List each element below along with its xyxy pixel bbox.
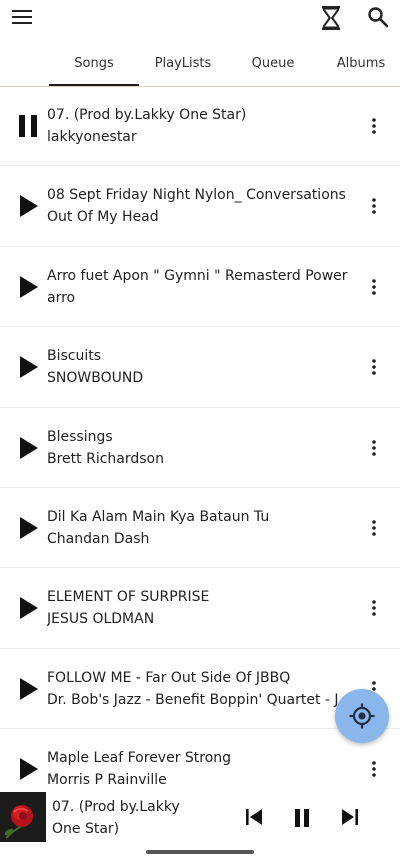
song-title: 07. (Prod by.Lakky One Star) bbox=[47, 107, 247, 123]
mini-player[interactable]: 07. (Prod by.Lakky One Star) bbox=[0, 790, 400, 857]
play-icon[interactable] bbox=[18, 516, 40, 540]
more-vert-icon[interactable] bbox=[366, 277, 382, 297]
song-row[interactable]: Blessings Brett Richardson bbox=[0, 408, 400, 488]
play-icon[interactable] bbox=[18, 275, 40, 299]
more-vert-icon[interactable] bbox=[366, 116, 382, 136]
more-vert-icon[interactable] bbox=[366, 518, 382, 538]
locate-current-song-button[interactable] bbox=[335, 689, 389, 743]
song-row[interactable]: ELEMENT OF SURPRISE JESUS OLDMAN bbox=[0, 568, 400, 649]
song-row[interactable]: Arro fuet Apon " Gymni " Remasterd Power… bbox=[0, 247, 400, 328]
pause-icon[interactable] bbox=[18, 114, 40, 138]
song-artist: Chandan Dash bbox=[47, 530, 150, 547]
song-artist: Morris P Rainville bbox=[47, 772, 167, 789]
more-vert-icon[interactable] bbox=[366, 598, 382, 618]
song-title: Blessings bbox=[47, 428, 113, 445]
play-icon[interactable] bbox=[18, 677, 40, 701]
tab-albums[interactable]: Albums bbox=[322, 44, 400, 84]
song-row[interactable]: Dil Ka Alam Main Kya Bataun Tu Chandan D… bbox=[0, 488, 400, 569]
song-title: Maple Leaf Forever Strong bbox=[47, 750, 232, 767]
my-location-icon bbox=[349, 703, 375, 729]
search-icon[interactable] bbox=[367, 6, 389, 28]
song-artist: JESUS OLDMAN bbox=[47, 611, 155, 628]
tab-playlists[interactable]: PlayLists bbox=[140, 44, 226, 84]
song-artist: Out Of My Head bbox=[47, 209, 159, 226]
song-title: Dil Ka Alam Main Kya Bataun Tu bbox=[47, 508, 270, 525]
hourglass-icon[interactable] bbox=[320, 5, 342, 31]
now-playing-title[interactable]: 07. (Prod by.Lakky One Star) bbox=[52, 796, 212, 840]
song-row[interactable]: Maple Leaf Forever Strong Morris P Rainv… bbox=[0, 729, 400, 790]
song-artist: arro bbox=[47, 289, 76, 306]
play-icon[interactable] bbox=[18, 436, 40, 460]
more-vert-icon[interactable] bbox=[366, 357, 382, 377]
tab-songs[interactable]: Songs bbox=[49, 44, 139, 84]
more-vert-icon[interactable] bbox=[366, 759, 382, 779]
song-title: Arro fuet Apon " Gymni " Remasterd Power bbox=[47, 267, 348, 284]
song-title: ELEMENT OF SURPRISE bbox=[47, 589, 210, 606]
play-icon[interactable] bbox=[18, 355, 40, 379]
song-row[interactable]: 08 Sept Friday Night Nylon_ Conversation… bbox=[0, 166, 400, 247]
tab-queue[interactable]: Queue bbox=[236, 44, 310, 84]
play-icon[interactable] bbox=[18, 596, 40, 620]
gesture-home-indicator[interactable] bbox=[146, 850, 254, 854]
more-vert-icon[interactable] bbox=[366, 196, 382, 216]
skip-next-icon[interactable] bbox=[340, 808, 360, 826]
rose-album-art bbox=[0, 792, 46, 842]
song-artist: Dr. Bob's Jazz - Benefit Boppin' Quartet… bbox=[47, 691, 339, 708]
song-artist: lakkyonestar bbox=[47, 129, 137, 145]
more-vert-icon[interactable] bbox=[366, 438, 382, 458]
song-title: Biscuits bbox=[47, 348, 102, 365]
pause-icon[interactable] bbox=[292, 808, 312, 828]
song-row[interactable]: 07. (Prod by.Lakky One Star) lakkyonesta… bbox=[0, 86, 400, 167]
album-art[interactable] bbox=[0, 792, 46, 842]
play-icon[interactable] bbox=[18, 757, 40, 781]
song-artist: SNOWBOUND bbox=[47, 370, 144, 387]
menu-icon[interactable] bbox=[12, 9, 32, 25]
library-tabs: Songs PlayLists Queue Albums bbox=[0, 44, 400, 87]
play-icon[interactable] bbox=[18, 194, 40, 218]
skip-previous-icon[interactable] bbox=[244, 808, 264, 826]
song-artist: Brett Richardson bbox=[47, 450, 164, 467]
top-app-bar bbox=[0, 0, 400, 40]
song-row[interactable]: Biscuits SNOWBOUND bbox=[0, 327, 400, 408]
song-title: FOLLOW ME - Far Out Side Of JBBQ bbox=[47, 669, 291, 686]
song-list[interactable]: 07. (Prod by.Lakky One Star) lakkyonesta… bbox=[0, 86, 400, 790]
song-title: 08 Sept Friday Night Nylon_ Conversation… bbox=[47, 187, 346, 204]
